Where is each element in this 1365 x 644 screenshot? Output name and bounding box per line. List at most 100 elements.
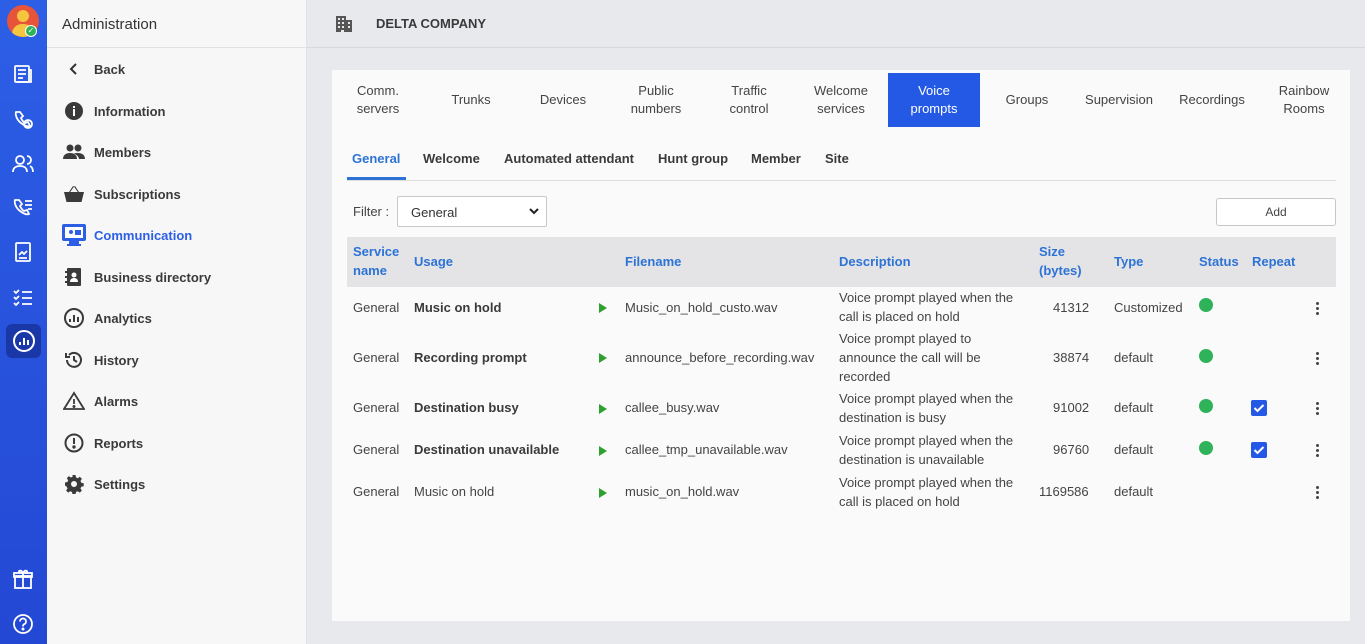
users-icon[interactable]: [9, 150, 37, 178]
more-options-icon[interactable]: [1316, 302, 1320, 317]
tab-public-numbers[interactable]: Public numbers: [610, 73, 702, 127]
sidebar-item-subscriptions[interactable]: Subscriptions: [47, 174, 307, 214]
add-button[interactable]: Add: [1216, 198, 1336, 226]
tab-devices[interactable]: Devices: [517, 73, 609, 127]
cell-description: Voice prompt played to announce the call…: [839, 331, 981, 384]
play-icon[interactable]: [599, 488, 607, 498]
news-icon[interactable]: [9, 60, 37, 88]
analytics-icon: [63, 307, 85, 329]
analytics-rail-icon[interactable]: [6, 324, 41, 358]
play-icon[interactable]: [599, 353, 607, 363]
table-row[interactable]: General Destination unavailable callee_t…: [347, 430, 1336, 472]
more-options-icon[interactable]: [1316, 352, 1320, 367]
col-usage[interactable]: Usage: [414, 252, 453, 271]
status-ok-icon: [1199, 298, 1213, 312]
voice-prompts-panel: Comm. servers Trunks Devices Public numb…: [332, 70, 1350, 621]
sidebar-item-communication[interactable]: Communication: [47, 215, 307, 255]
cell-usage: Destination busy: [414, 400, 519, 415]
col-description[interactable]: Description: [839, 252, 911, 271]
col-service-name[interactable]: Service name: [353, 242, 399, 280]
sidebar-item-label: Communication: [94, 227, 193, 243]
sub-tabs: General Welcome Automated attendant Hunt…: [347, 143, 1336, 181]
table-row[interactable]: General Recording prompt announce_before…: [347, 328, 1336, 388]
sidebar-item-label: Subscriptions: [94, 186, 181, 202]
tab-welcome-services[interactable]: Welcome services: [795, 73, 887, 127]
cell-type: default: [1114, 350, 1154, 365]
col-filename[interactable]: Filename: [625, 252, 681, 271]
sidebar-item-label: Members: [94, 144, 152, 160]
tab-recordings[interactable]: Recordings: [1166, 73, 1258, 127]
repeat-checkbox[interactable]: [1251, 442, 1267, 458]
building-icon: [334, 13, 354, 38]
subtab-welcome[interactable]: Welcome: [423, 151, 480, 166]
tab-traffic-control[interactable]: Traffic control: [703, 73, 795, 127]
call-list-icon[interactable]: [9, 194, 37, 222]
table-row[interactable]: General Destination busy callee_busy.wav…: [347, 388, 1336, 430]
top-header: DELTA COMPANY: [307, 0, 1365, 48]
checklist-icon[interactable]: [9, 283, 37, 311]
subtab-general[interactable]: General: [352, 151, 400, 166]
subtab-site[interactable]: Site: [825, 151, 849, 166]
cell-filename: callee_busy.wav: [625, 400, 720, 415]
contacts-book-icon: [63, 266, 85, 288]
warning-icon: [63, 390, 85, 412]
col-type[interactable]: Type: [1114, 252, 1143, 271]
table-row[interactable]: General Music on hold Music_on_hold_cust…: [347, 288, 1336, 330]
more-options-icon[interactable]: [1316, 444, 1320, 459]
tab-groups[interactable]: Groups: [981, 73, 1073, 127]
sidebar-item-label: Settings: [94, 476, 146, 492]
more-options-icon[interactable]: [1316, 402, 1320, 417]
tab-trunks[interactable]: Trunks: [425, 73, 517, 127]
main-tabs: Comm. servers Trunks Devices Public numb…: [332, 73, 1350, 127]
active-subtab-indicator: [347, 177, 406, 180]
chevron-down-icon: [528, 205, 540, 220]
col-size[interactable]: Size (bytes): [1039, 242, 1082, 280]
subtab-automated-attendant[interactable]: Automated attendant: [504, 151, 634, 166]
tab-comm-servers[interactable]: Comm. servers: [332, 73, 424, 127]
sidebar-item-alarms[interactable]: Alarms: [47, 381, 307, 421]
report-icon: [63, 432, 85, 454]
cell-filename: Music_on_hold_custo.wav: [625, 300, 778, 315]
filter-select[interactable]: General: [397, 196, 547, 227]
sidebar-item-settings[interactable]: Settings: [47, 464, 307, 504]
subtab-member[interactable]: Member: [751, 151, 801, 166]
sidebar-item-label: Analytics: [94, 310, 152, 326]
cell-usage: Music on hold: [414, 484, 495, 499]
phone-settings-icon[interactable]: [9, 106, 37, 134]
status-ok-icon: [1199, 441, 1213, 455]
filter-value: General: [411, 205, 458, 220]
tab-rainbow-rooms[interactable]: Rainbow Rooms: [1258, 73, 1350, 127]
play-icon[interactable]: [599, 404, 607, 414]
tab-supervision[interactable]: Supervision: [1073, 73, 1165, 127]
sidebar-item-analytics[interactable]: Analytics: [47, 298, 307, 338]
more-options-icon[interactable]: [1316, 486, 1320, 501]
sidebar-item-reports[interactable]: Reports: [47, 423, 307, 463]
company-name: DELTA COMPANY: [376, 16, 487, 31]
tab-voice-prompts[interactable]: Voice prompts: [888, 73, 980, 127]
subtab-hunt-group[interactable]: Hunt group: [658, 151, 728, 166]
sidebar-item-back[interactable]: Back: [47, 49, 307, 89]
info-icon: [63, 100, 85, 122]
sidebar-item-history[interactable]: History: [47, 340, 307, 380]
cell-filename: callee_tmp_unavailable.wav: [625, 442, 788, 457]
sidebar-item-members[interactable]: Members: [47, 132, 307, 172]
col-status[interactable]: Status: [1199, 252, 1239, 271]
repeat-checkbox[interactable]: [1251, 400, 1267, 416]
table-row[interactable]: General Music on hold music_on_hold.wav …: [347, 472, 1336, 514]
sidebar-item-information[interactable]: Information: [47, 91, 307, 131]
document-icon[interactable]: [9, 238, 37, 266]
cell-service: General: [353, 400, 400, 415]
play-icon[interactable]: [599, 303, 607, 313]
cell-description: Voice prompt played when the destination…: [839, 433, 1014, 467]
sidebar-item-label: Information: [94, 103, 166, 119]
col-repeat[interactable]: Repeat: [1252, 252, 1295, 271]
basket-icon: [63, 183, 85, 205]
cell-service: General: [353, 350, 400, 365]
gift-icon[interactable]: [9, 565, 37, 593]
cell-description: Voice prompt played when the call is pla…: [839, 475, 1014, 509]
help-icon[interactable]: [9, 610, 37, 638]
admin-sidebar: Administration Back Information Members …: [47, 0, 307, 644]
cell-service: General: [353, 442, 400, 457]
play-icon[interactable]: [599, 446, 607, 456]
sidebar-item-business-directory[interactable]: Business directory: [47, 257, 307, 297]
